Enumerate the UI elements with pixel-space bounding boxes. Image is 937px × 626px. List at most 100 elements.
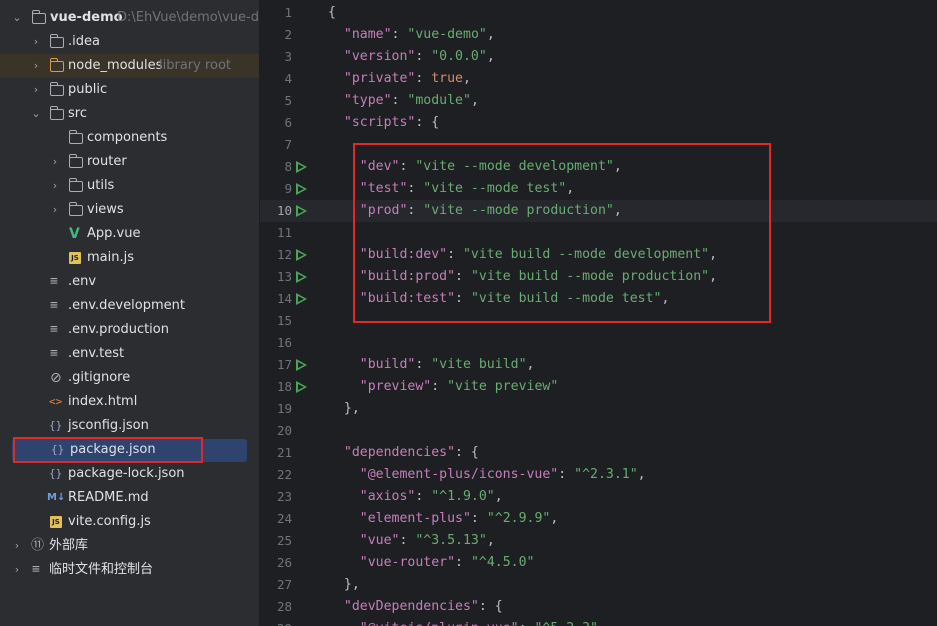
tree-item-env-development[interactable]: ≡ .env.development: [0, 294, 259, 318]
code-token: :: [470, 511, 487, 526]
code-token: true: [431, 71, 463, 86]
tree-item-vue-demo[interactable]: ⌄ vue-demo D:\EhVue\demo\vue-demo: [0, 6, 259, 30]
code-token: "^4.5.0": [470, 555, 535, 570]
chevron-right-icon[interactable]: ›: [11, 534, 23, 558]
run-script-icon[interactable]: [296, 205, 307, 217]
code-token: : {: [455, 445, 479, 460]
line-number: 8: [284, 159, 292, 174]
code-token: {: [328, 5, 336, 20]
run-script-icon[interactable]: [296, 249, 307, 261]
line-number: 15: [276, 313, 292, 328]
chevron-right-icon[interactable]: ›: [49, 174, 61, 198]
chevron-right-icon[interactable]: ›: [30, 30, 42, 54]
folder-icon: [49, 34, 64, 48]
line-number: 18: [276, 379, 292, 394]
code-token: "^5.2.3": [534, 621, 598, 626]
tree-item-main-js[interactable]: JS main.js: [0, 246, 259, 270]
tree-item-utils[interactable]: › utils: [0, 174, 259, 198]
code-line[interactable]: "version": "0.0.0",: [328, 46, 495, 68]
tree-item-gitignore[interactable]: ⊘ .gitignore: [0, 366, 259, 390]
code-line[interactable]: "element-plus": "^2.9.9",: [328, 508, 559, 530]
code-token: "element-plus": [328, 511, 471, 526]
folder-icon: [68, 178, 83, 192]
code-token: "private": [328, 71, 416, 86]
code-line[interactable]: "type": "module",: [328, 90, 479, 112]
library-root-hint: library root: [159, 58, 232, 73]
text-file-icon: ≡: [50, 274, 58, 289]
code-token: :: [415, 71, 432, 86]
vue-file-icon: V: [69, 226, 80, 242]
code-line[interactable]: "vue-router": "^4.5.0": [328, 552, 535, 574]
code-line[interactable]: "name": "vue-demo",: [328, 24, 495, 46]
tree-item-package-lock-json[interactable]: {} package-lock.json: [0, 462, 259, 486]
line-number: 21: [276, 445, 292, 460]
tree-item-idea[interactable]: › .idea: [0, 30, 259, 54]
tree-item-node-modules[interactable]: › node_modules library root: [0, 54, 259, 78]
run-script-icon[interactable]: [296, 161, 307, 173]
code-token: :: [431, 379, 448, 394]
code-editor[interactable]: 1 2 3 4 5 6 7 8 9 10 11 12 13 14 15 16 17 18 19 20 21 22 23 24 2…: [260, 0, 937, 626]
code-token: :: [415, 357, 432, 372]
tree-item-env[interactable]: ≡ .env: [0, 270, 259, 294]
tree-item-env-test[interactable]: ≡ .env.test: [0, 342, 259, 366]
line-number: 13: [276, 269, 292, 284]
tree-item-label: main.js: [87, 250, 134, 265]
tree-item-app-vue[interactable]: V App.vue: [0, 222, 259, 246]
run-script-icon[interactable]: [296, 183, 307, 195]
tree-item-external-libraries[interactable]: › ⑪ 外部库: [0, 534, 259, 558]
code-line[interactable]: "axios": "^1.9.0",: [328, 486, 503, 508]
tree-item-label: App.vue: [87, 226, 141, 241]
code-line[interactable]: "devDependencies": {: [328, 596, 503, 618]
code-line[interactable]: "build": "vite build",: [328, 354, 535, 376]
run-script-icon[interactable]: [296, 381, 307, 393]
tree-item-router[interactable]: › router: [0, 150, 259, 174]
tree-item-readme-md[interactable]: M↓ README.md: [0, 486, 259, 510]
tree-item-scratches[interactable]: › ≡ 临时文件和控制台: [0, 558, 259, 582]
tree-item-components[interactable]: components: [0, 126, 259, 150]
tree-item-views[interactable]: › views: [0, 198, 259, 222]
code-token: : {: [478, 599, 503, 614]
code-line[interactable]: "preview": "vite preview": [328, 376, 559, 398]
run-script-icon[interactable]: [296, 359, 307, 371]
code-line[interactable]: "vue": "^3.5.13",: [328, 530, 495, 552]
run-script-icon[interactable]: [296, 271, 307, 283]
chevron-right-icon[interactable]: ›: [11, 558, 23, 582]
run-script-icon[interactable]: [296, 293, 307, 305]
tree-item-jsconfig-json[interactable]: {} jsconfig.json: [0, 414, 259, 438]
line-number: 19: [276, 401, 292, 416]
text-file-icon: ≡: [50, 322, 58, 337]
line-number: 11: [276, 225, 292, 240]
tree-item-label: jsconfig.json: [68, 418, 149, 433]
tree-item-vite-config-js[interactable]: JS vite.config.js: [0, 510, 259, 534]
code-line[interactable]: "@vitejs/plugin-vue": "^5.2.3",: [328, 618, 606, 626]
chevron-down-icon[interactable]: ⌄: [11, 6, 23, 30]
code-token: "scripts": [328, 115, 416, 130]
code-line[interactable]: {: [328, 2, 336, 24]
chevron-right-icon[interactable]: ›: [30, 78, 42, 102]
code-line[interactable]: "private": true,: [328, 68, 471, 90]
text-file-icon: ≡: [50, 298, 58, 313]
code-token: "vite preview": [447, 379, 559, 394]
code-line[interactable]: "scripts": {: [328, 112, 439, 134]
tree-item-label: vue-demo: [50, 10, 123, 25]
line-number: 4: [284, 71, 292, 86]
code-line[interactable]: "dependencies": {: [328, 442, 479, 464]
code-line[interactable]: },: [328, 398, 360, 420]
line-number: 5: [284, 93, 292, 108]
gitignore-icon: ⊘: [50, 370, 62, 386]
code-line[interactable]: },: [328, 574, 360, 596]
code-token: ,: [637, 467, 646, 482]
folder-icon: [68, 154, 83, 168]
chevron-right-icon[interactable]: ›: [49, 150, 61, 174]
tree-item-env-production[interactable]: ≡ .env.production: [0, 318, 259, 342]
code-token: :: [391, 93, 408, 108]
chevron-right-icon[interactable]: ›: [30, 54, 42, 78]
tree-item-public[interactable]: › public: [0, 78, 259, 102]
chevron-down-icon[interactable]: ⌄: [30, 102, 42, 126]
code-line[interactable]: "@element-plus/icons-vue": "^2.3.1",: [328, 464, 646, 486]
tree-item-src[interactable]: ⌄ src: [0, 102, 259, 126]
tree-item-index-html[interactable]: <> index.html: [0, 390, 259, 414]
js-file-icon: JS: [69, 252, 81, 264]
chevron-right-icon[interactable]: ›: [49, 198, 61, 222]
tree-item-label: src: [68, 106, 87, 121]
